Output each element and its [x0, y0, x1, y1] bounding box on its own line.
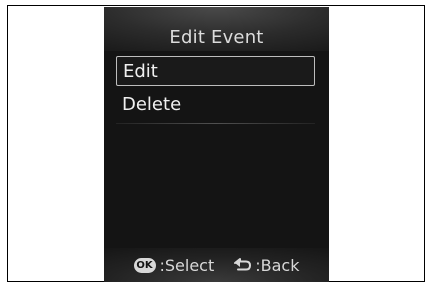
- screen-title: Edit Event: [169, 27, 264, 48]
- device-screen: Edit Event Edit Delete OK :Select :Back: [104, 7, 329, 282]
- back-arrow-icon: [232, 257, 252, 273]
- menu-item-label: Delete: [122, 94, 182, 115]
- softkey-footer: OK :Select :Back: [104, 254, 329, 276]
- back-hint-label: :Back: [255, 255, 300, 275]
- menu-item-edit[interactable]: Edit: [116, 56, 315, 86]
- page: Edit Event Edit Delete OK :Select :Back: [0, 0, 433, 287]
- menu-divider: [116, 123, 315, 124]
- back-hint[interactable]: :Back: [232, 256, 299, 275]
- menu-item-label: Edit: [123, 61, 158, 82]
- select-hint-label: :Select: [159, 255, 215, 275]
- ok-button-icon: OK: [133, 257, 156, 273]
- menu-item-delete[interactable]: Delete: [116, 90, 315, 120]
- select-hint[interactable]: OK :Select: [133, 255, 215, 275]
